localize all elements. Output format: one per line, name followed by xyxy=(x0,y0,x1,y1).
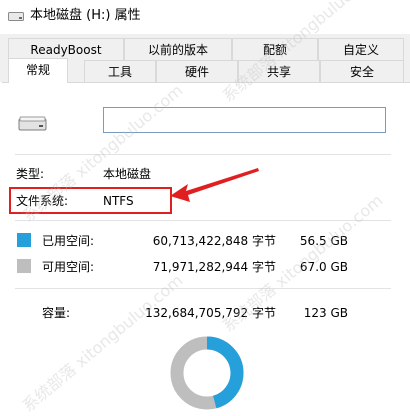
type-label: 类型: xyxy=(16,167,45,181)
tab-readyboost[interactable]: ReadyBoost xyxy=(8,38,124,60)
drive-icon xyxy=(8,12,24,21)
free-space-bytes: 71,971,282,944 字节 xyxy=(152,260,276,274)
title-bar: 本地磁盘 (H:) 属性 xyxy=(0,0,410,34)
tab-sharing[interactable]: 共享 xyxy=(238,60,320,82)
drive-large-icon xyxy=(18,116,47,131)
capacity-size: 123 GB xyxy=(303,306,348,320)
tab-quota[interactable]: 配额 xyxy=(232,38,318,60)
used-space-bytes: 60,713,422,848 字节 xyxy=(152,234,276,248)
tab-customize[interactable]: 自定义 xyxy=(318,38,404,60)
used-space-label: 已用空间: xyxy=(42,234,95,248)
separator xyxy=(15,154,391,155)
arrow-annotation-icon xyxy=(170,168,259,202)
free-space-label: 可用空间: xyxy=(42,260,95,274)
tab-tools[interactable]: 工具 xyxy=(84,60,156,82)
tab-hardware[interactable]: 硬件 xyxy=(156,60,238,82)
used-space-swatch xyxy=(17,233,31,247)
tab-strip: ReadyBoost 以前的版本 配额 自定义 常规 工具 硬件 共享 安全 xyxy=(0,34,410,83)
free-space-swatch xyxy=(17,259,31,273)
highlight-box xyxy=(9,187,172,214)
usage-donut-chart xyxy=(170,336,244,410)
separator xyxy=(15,220,391,221)
capacity-bytes: 132,684,705,792 字节 xyxy=(145,306,276,320)
separator xyxy=(15,288,391,289)
type-value: 本地磁盘 xyxy=(103,167,152,181)
used-space-size: 56.5 GB xyxy=(299,234,348,248)
capacity-label: 容量: xyxy=(42,306,71,320)
tab-previous-versions[interactable]: 以前的版本 xyxy=(124,38,232,60)
free-space-size: 67.0 GB xyxy=(299,260,348,274)
tab-general[interactable]: 常规 xyxy=(8,58,68,83)
tab-security[interactable]: 安全 xyxy=(320,60,404,82)
volume-name-input[interactable] xyxy=(103,107,386,133)
window-title: 本地磁盘 (H:) 属性 xyxy=(30,8,141,23)
